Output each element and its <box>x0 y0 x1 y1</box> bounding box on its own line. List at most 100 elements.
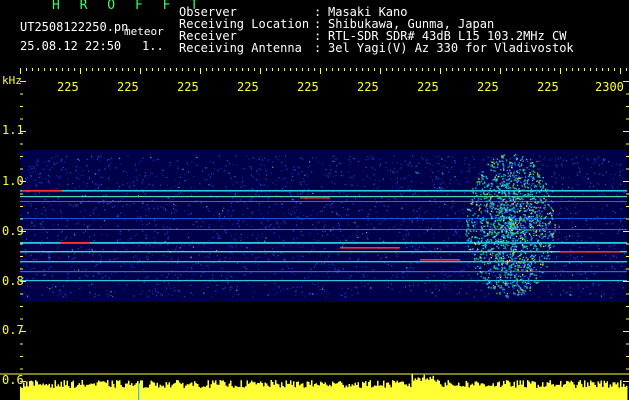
x-tick-mark <box>536 68 537 71</box>
x-tick-mark <box>332 68 333 71</box>
x-tick-mark <box>278 68 279 71</box>
frame-counter: 1.. <box>142 39 164 53</box>
carrier-line <box>20 242 627 244</box>
y-tick-label: 0.7 <box>2 323 24 337</box>
y-tick-label: 0.9 <box>2 224 24 238</box>
antenna-value: 3el Yagi(V) Az 330 for Vladivostok <box>328 41 574 55</box>
y-tick-mark <box>20 268 23 270</box>
x-tick-mark <box>494 68 495 71</box>
strong-signal-segment <box>300 197 330 199</box>
y-tick-mark <box>20 218 23 220</box>
x-tick-mark <box>422 68 423 71</box>
y-tick-label: 0.6 <box>2 373 24 387</box>
y-tick-mark <box>20 93 23 95</box>
spectrogram-plot <box>0 68 629 400</box>
x-tick-mark <box>236 68 237 71</box>
x-tick-mark <box>428 68 429 71</box>
marker-line <box>138 382 140 400</box>
x-tick-mark <box>158 68 159 71</box>
x-tick-mark <box>122 68 123 71</box>
x-tick-mark <box>524 68 525 71</box>
y-tick-mark <box>20 118 23 120</box>
x-tick-mark <box>296 68 297 71</box>
x-tick-mark <box>500 68 501 74</box>
x-tick-mark <box>230 68 231 71</box>
y-tick-label: 1.0 <box>2 174 24 188</box>
y-tick-mark <box>20 356 23 357</box>
x-tick-mark <box>386 68 387 71</box>
x-tick-mark <box>614 68 615 71</box>
x-tick-mark <box>266 68 267 71</box>
y-tick-mark <box>20 293 23 295</box>
x-tick-mark <box>68 68 69 71</box>
strong-signal-segment <box>340 247 400 249</box>
file-name: UT2508122250.pn <box>20 20 129 34</box>
x-tick-mark <box>548 68 549 71</box>
y-tick-mark <box>20 368 23 370</box>
x-tick-mark <box>380 68 381 74</box>
x-tick-mark <box>626 68 627 71</box>
x-tick-label: 225 <box>477 80 499 94</box>
x-tick-mark <box>74 68 75 71</box>
x-tick-mark <box>320 68 321 74</box>
x-tick-mark <box>566 68 567 71</box>
carrier-line <box>20 229 627 230</box>
y-tick-mark <box>623 181 629 182</box>
x-tick-mark <box>146 68 147 71</box>
x-tick-mark <box>272 68 273 71</box>
y-tick-mark <box>20 243 23 245</box>
x-tick-mark <box>224 68 225 71</box>
x-tick-mark <box>80 68 81 74</box>
x-tick-marks <box>20 68 627 74</box>
antenna-sep: : <box>314 41 322 55</box>
x-tick-mark <box>308 68 309 71</box>
file-name-suffix: meteor <box>124 25 164 38</box>
x-tick-mark <box>392 68 393 71</box>
x-tick-mark <box>38 68 39 71</box>
strong-signal-segment <box>22 190 62 192</box>
x-tick-mark <box>92 68 93 71</box>
x-tick-mark <box>446 68 447 71</box>
x-tick-mark <box>374 68 375 71</box>
x-tick-mark <box>206 68 207 71</box>
y-tick-mark <box>623 281 629 282</box>
x-tick-mark <box>26 68 27 71</box>
x-tick-mark <box>62 68 63 71</box>
x-tick-mark <box>596 68 597 71</box>
x-tick-mark <box>506 68 507 71</box>
x-tick-mark <box>200 68 201 74</box>
x-tick-mark <box>338 68 339 71</box>
x-tick-mark <box>170 68 171 71</box>
y-tick-mark <box>20 156 23 157</box>
strong-signal-segment <box>560 251 620 253</box>
x-tick-mark <box>254 68 255 71</box>
x-tick-mark <box>284 68 285 71</box>
x-tick-mark <box>134 68 135 71</box>
y-tick-mark <box>20 168 23 170</box>
x-tick-mark <box>404 68 405 71</box>
x-tick-mark <box>164 68 165 71</box>
carrier-line <box>20 190 627 192</box>
x-tick-label: 225 <box>357 80 379 94</box>
y-tick-mark <box>20 256 23 257</box>
x-tick-mark <box>602 68 603 71</box>
x-tick-mark <box>128 68 129 71</box>
x-tick-label: 2300 <box>595 80 624 94</box>
x-tick-mark <box>476 68 477 71</box>
spectrogram-waterfall <box>20 150 627 302</box>
x-tick-mark <box>86 68 87 71</box>
x-tick-mark <box>440 68 441 74</box>
x-tick-mark <box>620 68 621 74</box>
x-tick-mark <box>260 68 261 74</box>
x-tick-mark <box>434 68 435 71</box>
x-tick-label: 225 <box>537 80 559 94</box>
x-tick-mark <box>584 68 585 71</box>
x-tick-mark <box>50 68 51 71</box>
x-tick-label: 225 <box>237 80 259 94</box>
y-tick-mark <box>20 306 23 307</box>
y-tick-mark <box>20 106 23 107</box>
y-tick-mark <box>20 206 23 207</box>
x-tick-mark <box>344 68 345 71</box>
x-tick-mark <box>176 68 177 71</box>
y-tick-mark <box>623 131 629 132</box>
